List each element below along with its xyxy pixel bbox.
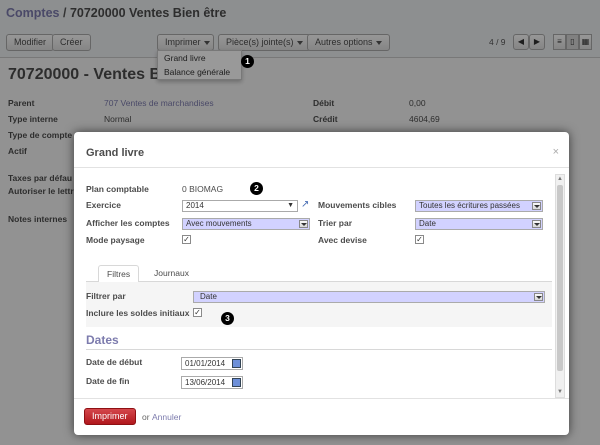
with-currency-checkbox[interactable]: ✓ [415, 235, 424, 244]
start-date-label: Date de début [86, 357, 143, 367]
chevron-down-icon [532, 202, 541, 210]
end-date-value: 13/06/2014 [185, 378, 226, 387]
chevron-down-icon [299, 220, 308, 228]
start-date-value: 01/01/2014 [185, 359, 226, 368]
landscape-mode-checkbox[interactable]: ✓ [182, 235, 191, 244]
chart-of-accounts-label: Plan comptable [86, 184, 149, 194]
chevron-down-icon [534, 293, 543, 301]
sort-by-value: Date [419, 219, 436, 228]
fiscal-year-value: 2014 [186, 201, 204, 210]
external-link-icon[interactable]: ↗ [301, 199, 309, 210]
print-button[interactable]: Imprimer [84, 408, 136, 425]
fiscal-year-select[interactable]: 2014 ▼ [182, 200, 298, 212]
target-moves-label: Mouvements cibles [318, 200, 397, 210]
tab-journals[interactable]: Journaux [146, 265, 197, 283]
callout-marker-3: 3 [221, 312, 234, 325]
calendar-icon[interactable] [232, 378, 241, 387]
checkmark-icon: ✓ [183, 235, 190, 244]
target-moves-select[interactable]: Toutes les écritures passées [415, 200, 543, 212]
sort-by-label: Trier par [318, 218, 353, 228]
scroll-thumb[interactable] [557, 185, 563, 371]
general-ledger-dialog: Grand livre × ▲ ▼ Plan comptable 0 BIOMA… [74, 132, 569, 435]
scroll-down-icon[interactable]: ▼ [556, 388, 564, 397]
checkmark-icon: ✓ [194, 308, 201, 317]
initial-balance-label: Inclure les soldes initiaux [86, 308, 190, 318]
dialog-footer: Imprimer or Annuler [74, 398, 569, 435]
scroll-up-icon[interactable]: ▲ [556, 175, 564, 184]
display-accounts-label: Afficher les comptes [86, 218, 170, 228]
checkmark-icon: ✓ [416, 235, 423, 244]
dialog-header: Grand livre × [74, 132, 569, 168]
end-date-input[interactable]: 13/06/2014 [181, 376, 243, 389]
calendar-icon[interactable] [232, 359, 241, 368]
end-date-label: Date de fin [86, 376, 130, 386]
chevron-down-icon [532, 220, 541, 228]
dialog-tabs: Filtres Journaux [86, 262, 552, 283]
landscape-mode-label: Mode paysage [86, 235, 145, 245]
sort-by-select[interactable]: Date [415, 218, 543, 230]
dialog-scrollbar[interactable]: ▲ ▼ [555, 174, 565, 398]
filter-by-select[interactable]: Date [193, 291, 545, 303]
dates-section-title: Dates [86, 333, 119, 347]
filter-by-value: Date [200, 292, 217, 301]
target-moves-value: Toutes les écritures passées [419, 201, 520, 210]
close-icon[interactable]: × [553, 146, 559, 158]
initial-balance-checkbox[interactable]: ✓ [193, 308, 202, 317]
chart-of-accounts-value: 0 BIOMAG [182, 184, 224, 194]
or-text: or [142, 412, 150, 422]
display-accounts-value: Avec mouvements [186, 219, 252, 228]
callout-marker-2: 2 [250, 182, 263, 195]
filter-by-label: Filtrer par [86, 291, 126, 301]
filters-tab-panel [86, 282, 552, 327]
tab-filters[interactable]: Filtres [98, 265, 140, 283]
fiscal-year-label: Exercice [86, 200, 121, 210]
dropdown-triangle-icon: ▼ [287, 202, 294, 209]
cancel-link[interactable]: Annuler [152, 412, 181, 422]
dialog-title: Grand livre [86, 147, 145, 159]
display-accounts-select[interactable]: Avec mouvements [182, 218, 310, 230]
start-date-input[interactable]: 01/01/2014 [181, 357, 243, 370]
section-divider [86, 349, 552, 350]
with-currency-label: Avec devise [318, 235, 367, 245]
callout-marker-1: 1 [241, 55, 254, 68]
